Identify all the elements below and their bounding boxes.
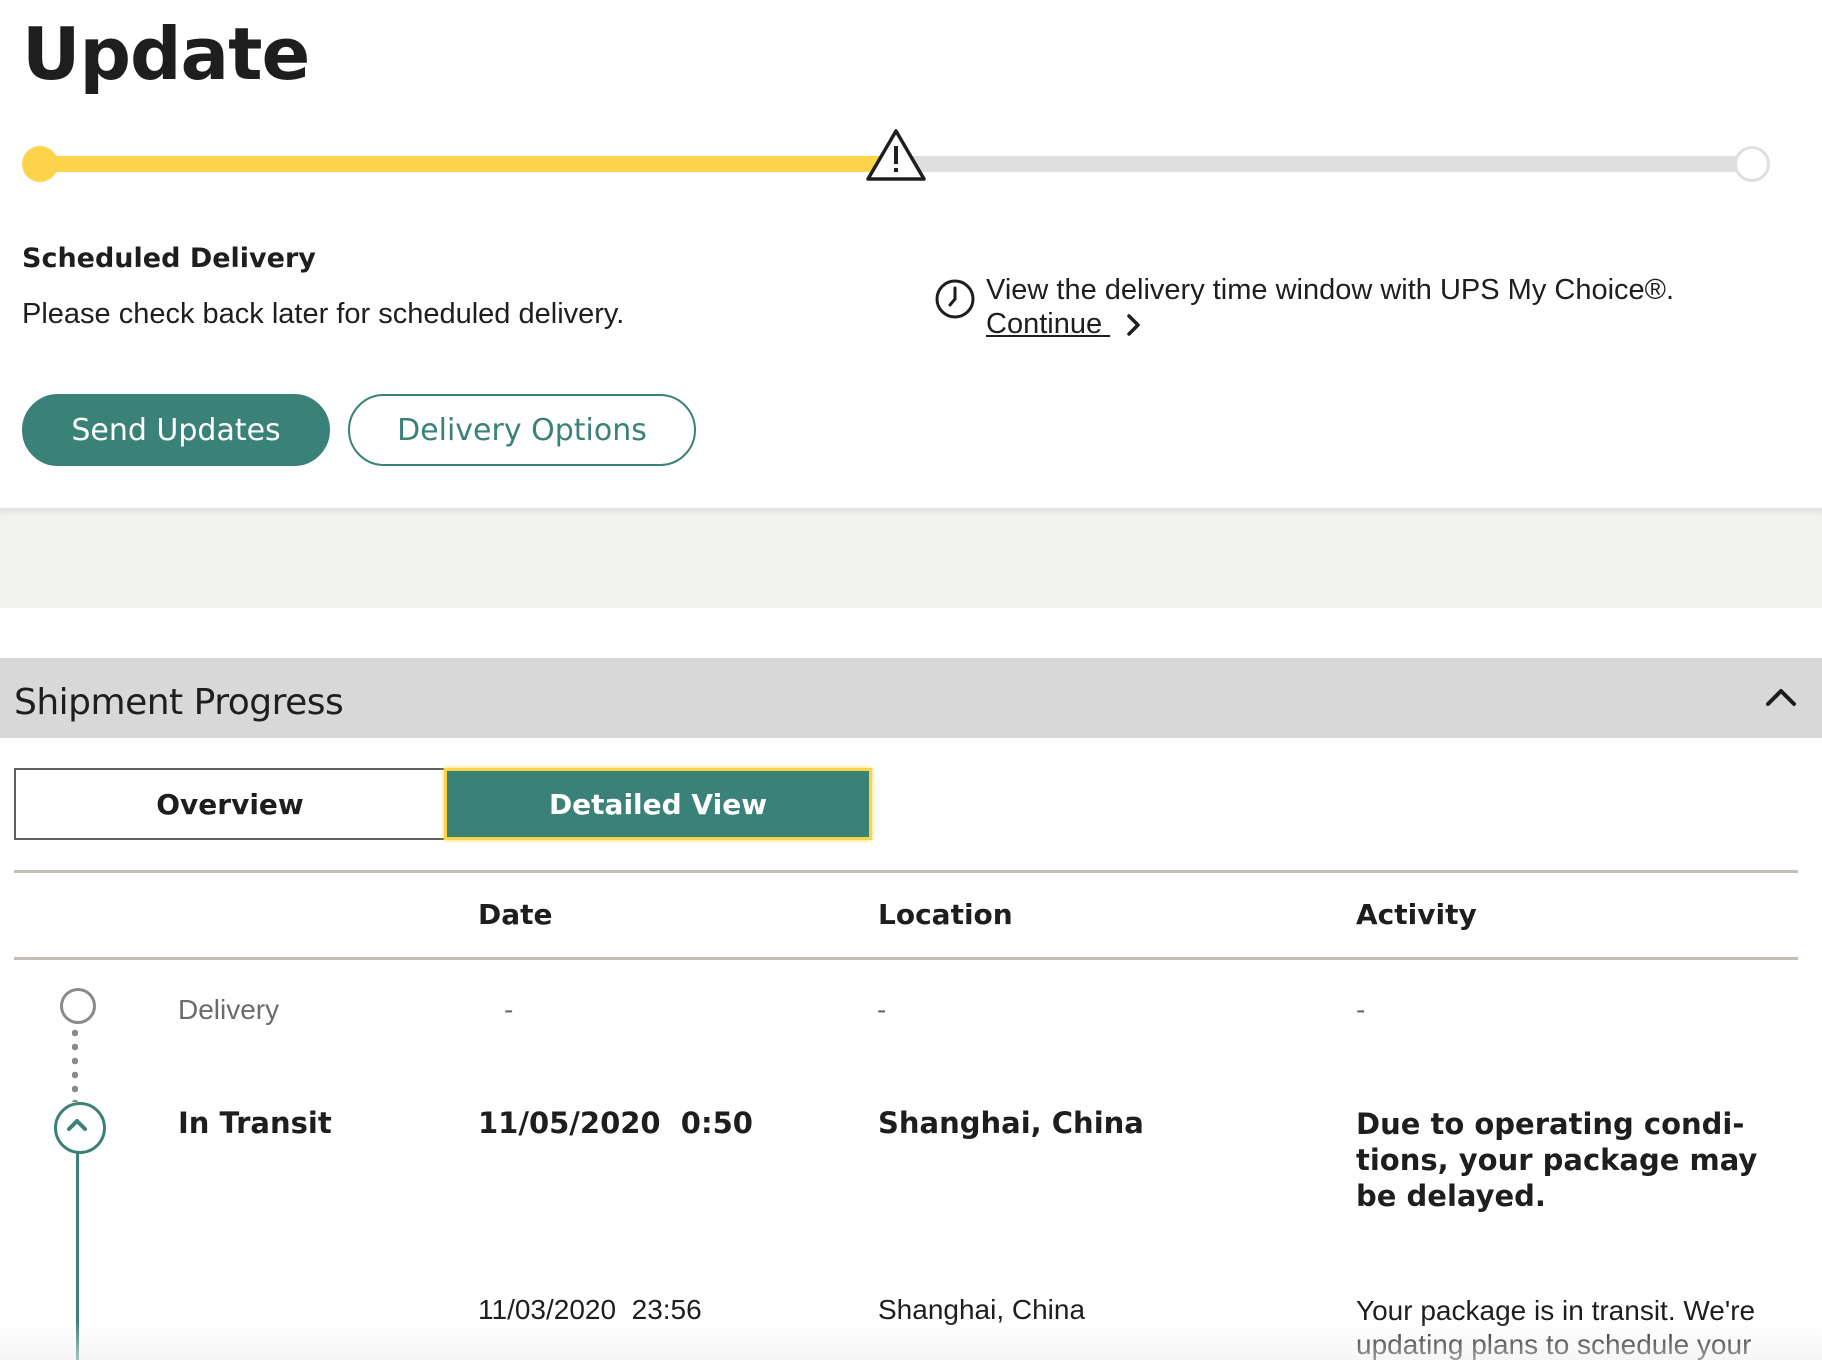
table-header-rule <box>14 957 1798 960</box>
send-updates-button[interactable]: Send Updates <box>22 394 330 466</box>
continue-link[interactable]: Continue <box>986 308 1142 341</box>
scheduled-delivery-title: Scheduled Delivery <box>22 243 316 274</box>
chevron-right-icon <box>1127 314 1140 337</box>
progress-tracker <box>22 129 1770 182</box>
row-location: Shanghai, China <box>878 1294 1086 1325</box>
tab-overview[interactable]: Overview <box>14 768 444 840</box>
row-date: 11/05/2020 0:50 <box>478 1106 753 1140</box>
scheduled-delivery-message: Please check back later for scheduled de… <box>22 298 625 330</box>
milestone-pending-marker <box>60 988 96 1024</box>
tab-detailed-view[interactable]: Detailed View <box>444 768 872 840</box>
page-title: Update <box>22 12 310 96</box>
continue-link-label: Continue <box>986 308 1103 340</box>
milestone-current-marker[interactable] <box>54 1102 106 1154</box>
chevron-up-icon[interactable] <box>1764 682 1798 712</box>
timeline-dotted-connector <box>72 1026 78 1102</box>
column-header-activity: Activity <box>1356 898 1477 931</box>
tracking-page: Update Scheduled Delivery Please check b… <box>0 0 1822 1360</box>
warning-triangle-icon <box>866 129 926 181</box>
section-divider-band <box>0 508 1822 608</box>
column-header-location: Location <box>878 898 1013 931</box>
row-date: 11/03/2020 23:56 <box>478 1294 702 1325</box>
progress-fill <box>42 156 896 172</box>
row-location: Shanghai, China <box>878 1106 1144 1140</box>
progress-end-dot <box>1734 146 1770 182</box>
shipment-progress-title: Shipment Progress <box>14 682 344 723</box>
row-activity: - <box>1356 994 1366 1025</box>
column-header-date: Date <box>478 898 553 931</box>
chevron-up-icon <box>67 1119 87 1131</box>
row-activity: Your package is in transit. We're updati… <box>1356 1295 1756 1360</box>
shipment-progress-header[interactable]: Shipment Progress <box>0 658 1822 738</box>
my-choice-text: View the delivery time window with UPS M… <box>986 274 1675 306</box>
table-top-rule <box>14 870 1798 873</box>
progress-start-dot <box>22 146 58 182</box>
row-location: - <box>877 994 887 1025</box>
row-date: - <box>504 994 514 1025</box>
row-activity: Due to operating condi-tions, your packa… <box>1356 1107 1758 1213</box>
milestone-label-in-transit: In Transit <box>178 1106 332 1140</box>
delivery-options-button[interactable]: Delivery Options <box>348 394 696 466</box>
clock-icon <box>935 279 975 319</box>
milestone-label-delivery: Delivery <box>178 994 280 1025</box>
timeline-solid-connector <box>76 1152 79 1360</box>
